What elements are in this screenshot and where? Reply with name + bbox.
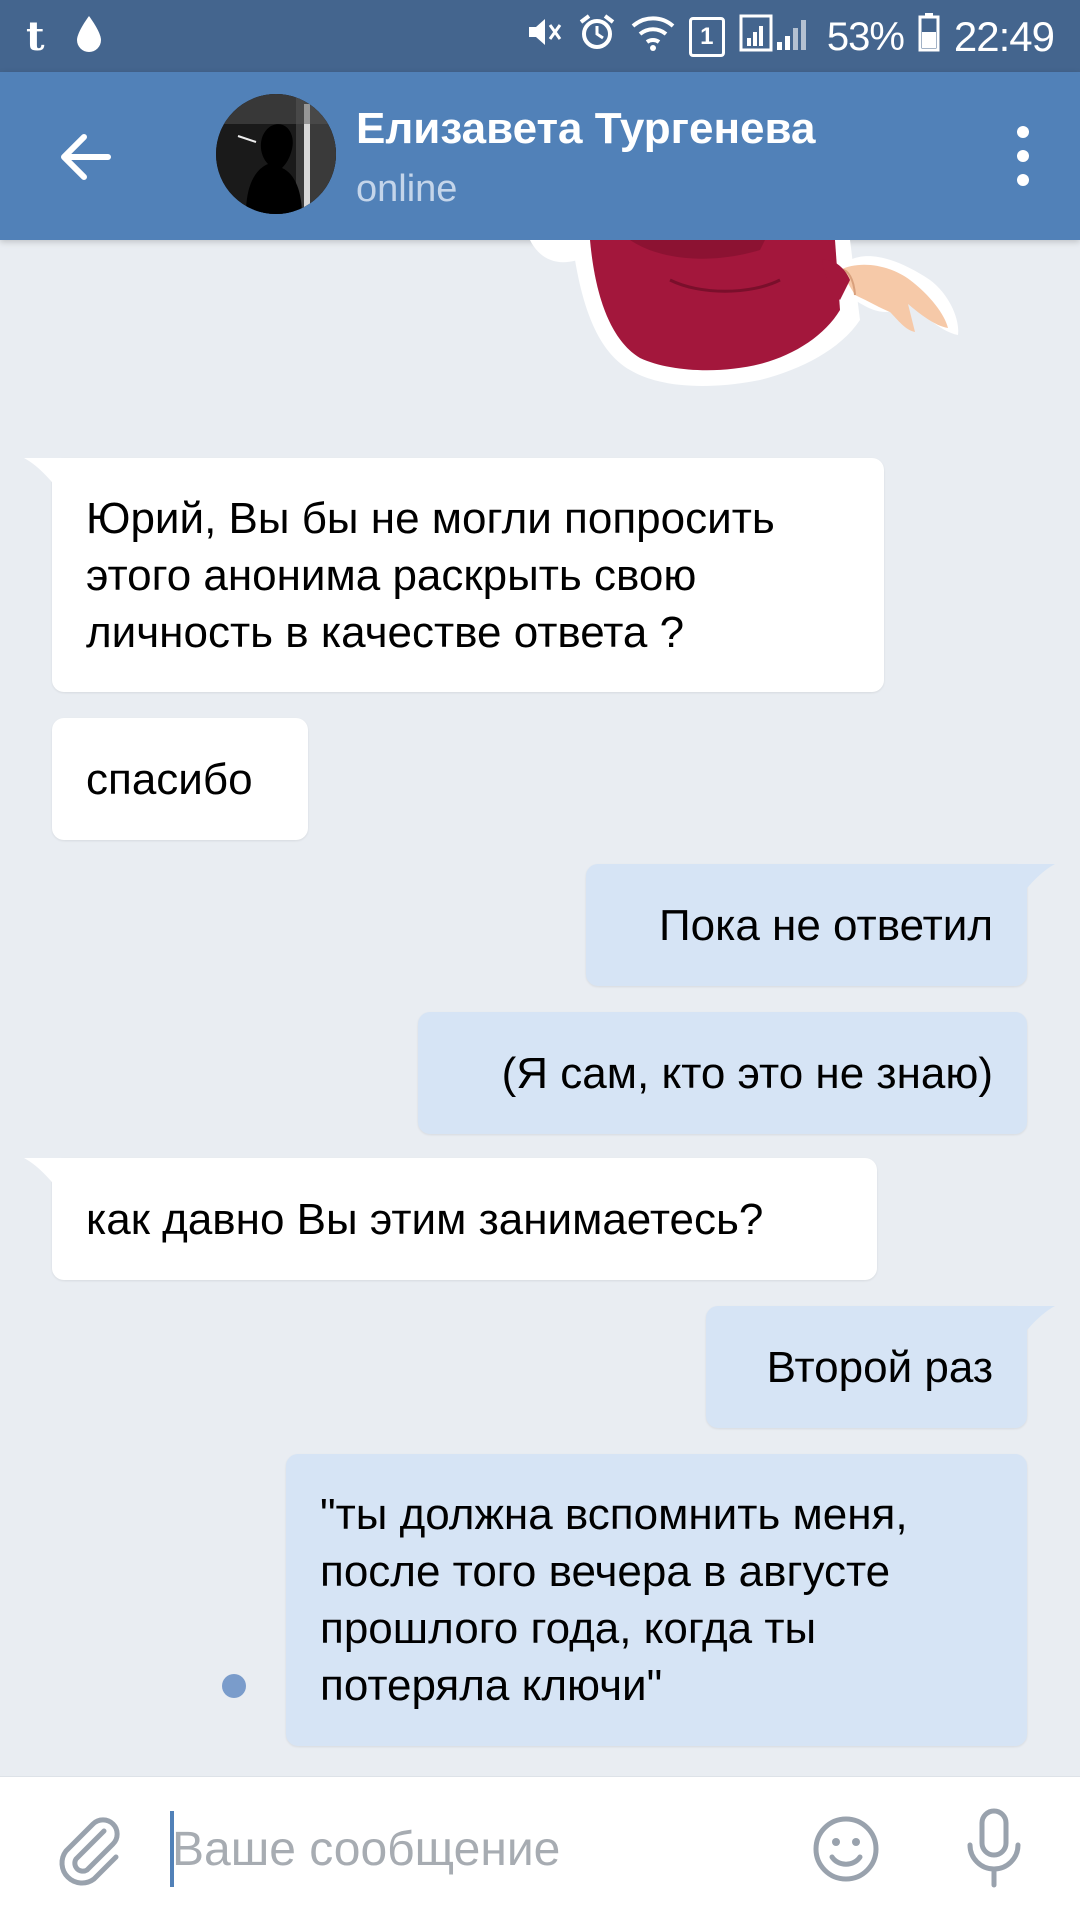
drop-icon [74,14,104,59]
paperclip-icon [59,1817,120,1886]
message-bubble-outgoing[interactable]: Второй раз [706,1306,1055,1428]
message-text: Пока не ответил [659,900,993,950]
sim-badge: 1 [688,17,725,57]
chat-header: Елизавета Тургенева online [0,72,1080,240]
battery-percent: 53% [826,14,905,59]
message-bubble-incoming[interactable]: спасибо [52,718,308,840]
bubble-tail [1015,1306,1055,1346]
wifi-icon [631,12,675,62]
bubble-tail [24,1158,64,1198]
message-bubble-incoming[interactable]: как давно Вы этим занимаетесь? [24,1158,877,1280]
message-bubble-outgoing[interactable]: "ты должна вспомнить меня, после того ве… [286,1454,1027,1746]
message-bubble-incoming[interactable]: Юрий, Вы бы не могли попросить этого ано… [24,458,884,692]
message-text: спасибо [86,754,253,804]
alarm-icon [577,12,617,62]
message-bubble-outgoing[interactable]: Пока не ответил [586,864,1055,986]
message-text: "ты должна вспомнить меня, после того ве… [320,1490,908,1710]
contact-status: online [356,168,458,210]
tumblr-icon: t [26,12,45,60]
message-text: Второй раз [766,1342,993,1392]
clock: 22:49 [953,13,1055,60]
avatar[interactable] [216,94,336,214]
arrow-left-icon [61,134,111,180]
attach-button[interactable] [50,1809,130,1889]
more-menu-button[interactable] [988,116,1058,196]
contact-name[interactable]: Елизавета Тургенева [356,104,815,154]
unread-indicator [222,1674,246,1698]
message-text: Юрий, Вы бы не могли попросить этого ано… [86,493,775,657]
message-composer [0,1776,1080,1921]
back-button[interactable] [52,122,122,192]
message-text: (Я сам, кто это не знаю) [501,1048,993,1098]
bubble-tail [24,458,64,498]
message-bubble-outgoing[interactable]: (Я сам, кто это не знаю) [418,1012,1027,1134]
status-bar: t 1 53% 22:49 [0,0,1080,72]
battery-icon [918,12,940,62]
message-input[interactable] [168,1807,796,1891]
signal-icon [739,12,813,62]
microphone-icon [967,1808,1021,1888]
voice-record-button[interactable] [958,1805,1030,1893]
smile-icon [813,1816,879,1882]
mute-icon [523,12,563,62]
bubble-tail [1015,864,1055,904]
sticker-image[interactable] [510,240,990,390]
message-text: как давно Вы этим занимаетесь? [86,1194,764,1244]
emoji-button[interactable] [810,1813,882,1885]
